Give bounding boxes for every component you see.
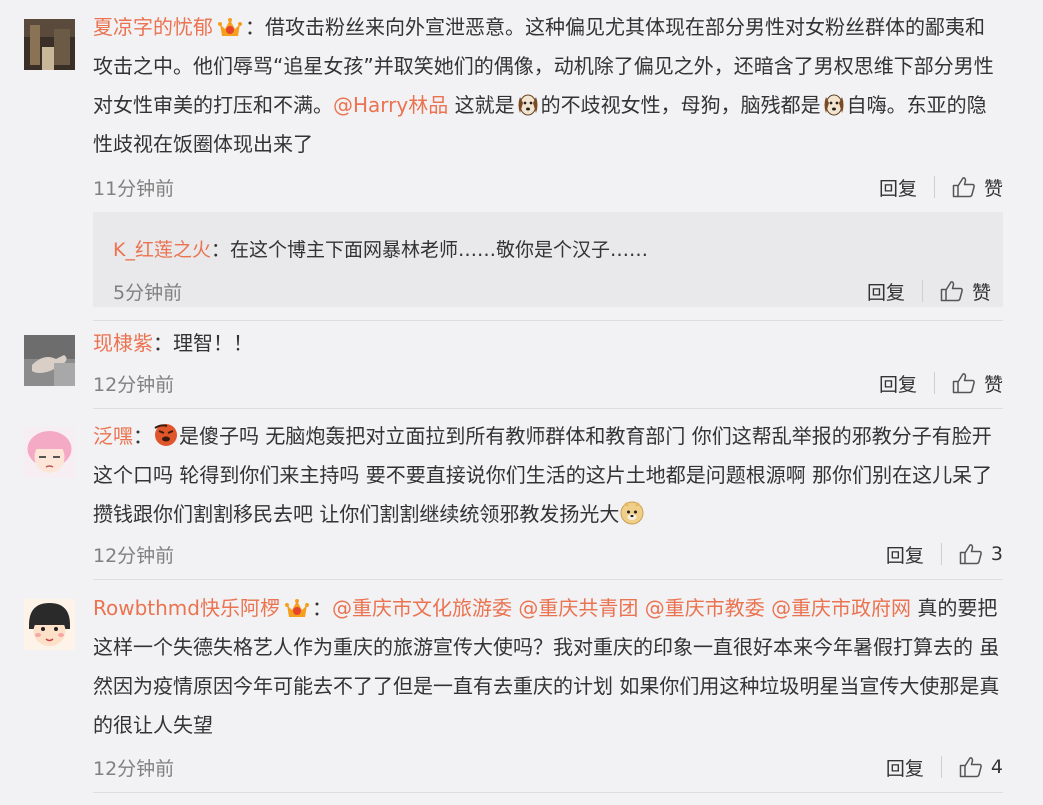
anime-girl-avatar-icon (24, 427, 75, 478)
user-avatar[interactable] (24, 335, 75, 386)
action-divider (921, 280, 923, 302)
username-link[interactable]: 夏凉字的忧郁 (93, 15, 213, 39)
reply-meta: 5分钟前 回复 赞 (113, 276, 991, 306)
username-link[interactable]: K_红莲之火 (113, 239, 211, 261)
comment-meta: 12分钟前 回复 赞 (93, 368, 1003, 398)
vip-crown-icon (217, 13, 243, 37)
username-link[interactable]: Rowbthmd快乐阿椤 (93, 596, 280, 620)
action-divider (940, 756, 942, 778)
comment-text: ：理智！！ (153, 331, 253, 355)
user-avatar[interactable] (24, 427, 75, 478)
like-count: 4 (990, 756, 1003, 778)
like-label: 赞 (983, 373, 1003, 396)
mention-link[interactable]: @重庆市文化旅游委 (332, 596, 512, 620)
timestamp: 11分钟前 (93, 178, 175, 200)
comment-divider (93, 408, 1003, 409)
hand-photo-avatar-icon (24, 335, 75, 386)
comment-text: ： (311, 596, 332, 620)
user-avatar[interactable] (24, 19, 75, 70)
comment-meta: 12分钟前 回复 3 (93, 539, 1003, 569)
timestamp: 12分钟前 (93, 758, 175, 780)
comment-divider (93, 792, 1003, 793)
doge-emoji-icon (619, 500, 645, 526)
mention-link[interactable]: @重庆市教委 (645, 596, 765, 620)
thumbs-up-icon (952, 177, 975, 198)
username-link[interactable]: 泛嘿 (93, 424, 133, 448)
angry-face-emoji-icon (153, 422, 179, 448)
like-count: 3 (990, 543, 1003, 565)
comment-text: 是傻子吗 无脑炮轰把对立面拉到所有教师群体和教育部门 你们这帮乱举报的邪教分子有… (93, 424, 993, 526)
like-label: 赞 (983, 177, 1003, 200)
like-button[interactable]: 赞 (940, 278, 991, 305)
like-button[interactable]: 3 (959, 543, 1003, 565)
thumbs-up-icon (940, 281, 963, 302)
reply-button[interactable]: 回复 (879, 174, 917, 201)
sub-reply: K_红莲之火：在这个博主下面网暴林老师……敬你是个汉子…… 5分钟前 回复 赞 (93, 212, 1003, 307)
timestamp: 12分钟前 (93, 545, 175, 567)
reply-button[interactable]: 回复 (867, 278, 905, 305)
timestamp: 5分钟前 (113, 282, 183, 304)
mention-link[interactable]: @重庆共青团 (518, 596, 638, 620)
like-button[interactable]: 赞 (952, 370, 1003, 397)
comment-text: 这就是 (448, 93, 515, 117)
vip-crown-icon (284, 594, 310, 618)
user-avatar[interactable] (24, 599, 75, 650)
dark-portrait-avatar-icon (24, 19, 75, 70)
action-divider (940, 543, 942, 565)
comment-text: 的不歧视女性，母狗，脑残都是 (540, 93, 821, 117)
thumbs-up-icon (952, 373, 975, 394)
action-divider (933, 176, 935, 198)
dog-emoji-icon (515, 91, 541, 117)
action-divider (933, 372, 935, 394)
maruko-avatar-icon (24, 599, 75, 650)
mention-link[interactable]: @Harry林品 (333, 93, 448, 117)
like-button[interactable]: 赞 (952, 174, 1003, 201)
reply-button[interactable]: 回复 (886, 541, 924, 568)
comment-meta: 12分钟前 回复 4 (93, 752, 1003, 782)
thumbs-up-icon (959, 544, 982, 565)
comment-divider (93, 320, 1003, 321)
like-label: 赞 (971, 281, 991, 304)
thumbs-up-icon (959, 757, 982, 778)
like-button[interactable]: 4 (959, 756, 1003, 778)
timestamp: 12分钟前 (93, 374, 175, 396)
dog-emoji-icon (821, 91, 847, 117)
comment-feed: 夏凉字的忧郁 ：借攻击粉丝来向外宣泄恶意。这种偏见尤其体现在部分男性对女粉丝群体的… (0, 0, 1043, 805)
comment-meta: 11分钟前 回复 赞 (93, 172, 1003, 202)
username-link[interactable]: 现棣紫 (93, 331, 153, 355)
reply-button[interactable]: 回复 (886, 754, 924, 781)
reply-text: ：在这个博主下面网暴林老师……敬你是个汉子…… (210, 239, 648, 261)
comment-divider (93, 579, 1003, 580)
reply-button[interactable]: 回复 (879, 370, 917, 397)
comment-text: ： (133, 424, 153, 448)
mention-link[interactable]: @重庆市政府网 (771, 596, 911, 620)
